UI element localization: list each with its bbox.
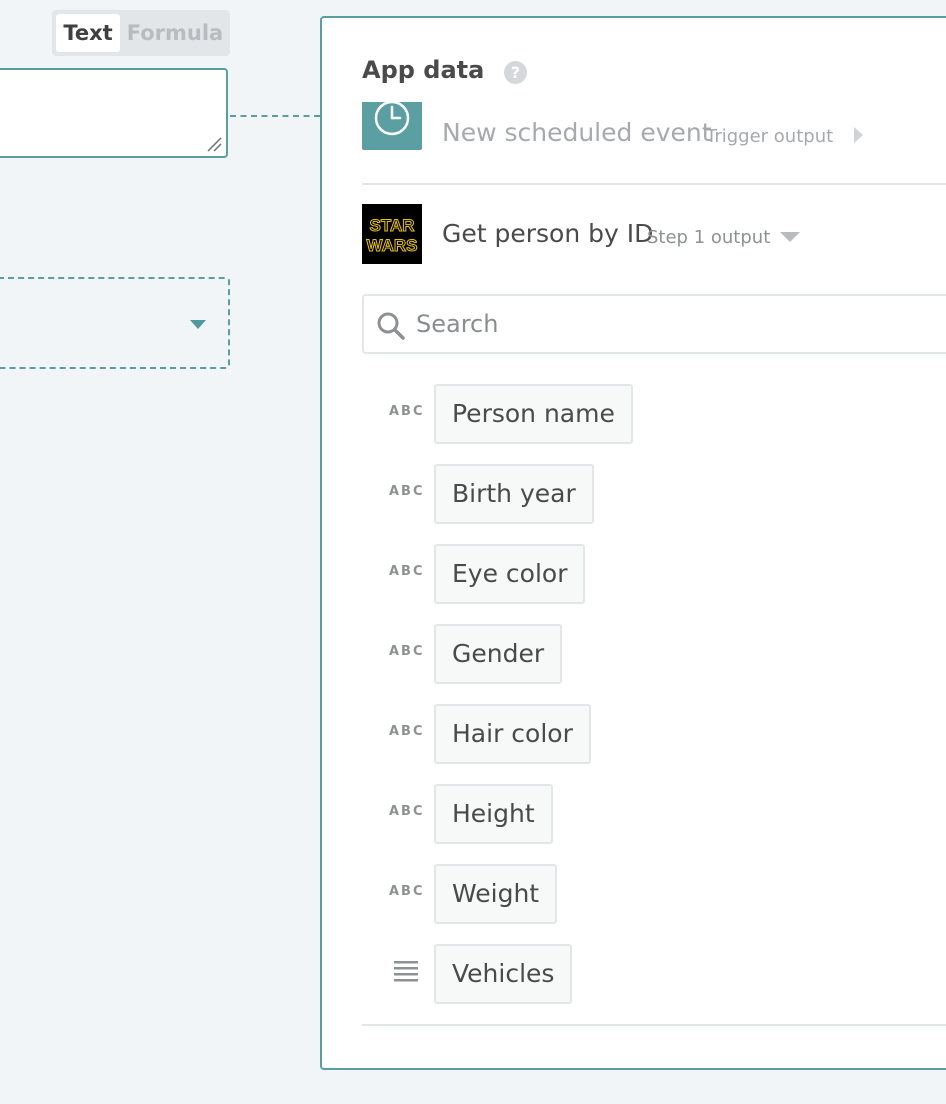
connector-line: [230, 115, 320, 117]
mode-toggle: Text Formula: [52, 10, 230, 56]
clock-icon: [362, 102, 422, 150]
svg-text:WARS: WARS: [367, 236, 418, 255]
text-type-label: ABC: [389, 884, 425, 899]
field-pill-height[interactable]: Height: [434, 784, 553, 844]
text-mode-button[interactable]: Text: [56, 14, 120, 52]
svg-text:STAR: STAR: [369, 216, 414, 235]
search-icon: [377, 312, 405, 340]
divider: [362, 183, 946, 185]
help-icon[interactable]: ?: [504, 61, 527, 84]
resize-handle-icon[interactable]: [206, 136, 222, 152]
text-type-label: ABC: [389, 804, 425, 819]
field-pill-hair-color[interactable]: Hair color: [434, 704, 591, 764]
text-type-label: ABC: [389, 724, 425, 739]
text-type-label: ABC: [389, 484, 425, 499]
trigger-sub-label: Trigger output: [706, 126, 834, 147]
divider: [362, 1024, 946, 1026]
text-input-area[interactable]: [0, 68, 228, 158]
text-type-label: ABC: [389, 644, 425, 659]
app-data-panel: App data ? New scheduled event Trigger o…: [320, 16, 946, 1070]
list-item: ABC Weight: [362, 864, 922, 944]
list-item: ABC Eye color: [362, 544, 922, 624]
chevron-down-icon: [190, 320, 206, 329]
field-pill-vehicles[interactable]: Vehicles: [434, 944, 573, 1004]
field-pill-gender[interactable]: Gender: [434, 624, 563, 684]
list-item: ABC Hair color: [362, 704, 922, 784]
text-type-label: ABC: [389, 404, 425, 419]
chevron-right-icon: [854, 127, 863, 143]
list-item: ABC Person name: [362, 384, 922, 464]
field-pill-birth-year[interactable]: Birth year: [434, 464, 594, 524]
field-list: ABC Person name ABC Birth year ABC Eye c…: [362, 384, 922, 1024]
list-item: ABC Birth year: [362, 464, 922, 544]
list-type-icon: [394, 961, 418, 982]
list-item: Vehicles: [362, 944, 922, 1024]
step1-name: Get person by ID: [442, 219, 654, 248]
field-pill-weight[interactable]: Weight: [434, 864, 558, 924]
search-input[interactable]: [416, 304, 916, 344]
field-pill-person-name[interactable]: Person name: [434, 384, 633, 444]
dropdown-field[interactable]: [0, 277, 230, 369]
trigger-name: New scheduled event: [442, 118, 712, 147]
star-wars-logo: STAR WARS: [362, 204, 422, 264]
step1-sub-label: Step 1 output: [647, 227, 771, 248]
field-pill-eye-color[interactable]: Eye color: [434, 544, 586, 604]
list-item: ABC Gender: [362, 624, 922, 704]
list-item: ABC Height: [362, 784, 922, 864]
search-box: [362, 294, 946, 354]
chevron-down-icon: [780, 232, 800, 242]
panel-title: App data: [362, 56, 485, 84]
text-type-label: ABC: [389, 564, 425, 579]
step1-output-row[interactable]: STAR WARS Get person by ID Step 1 output: [362, 203, 922, 267]
formula-mode-button[interactable]: Formula: [124, 14, 226, 52]
trigger-output-row[interactable]: New scheduled event Trigger output: [362, 102, 922, 164]
